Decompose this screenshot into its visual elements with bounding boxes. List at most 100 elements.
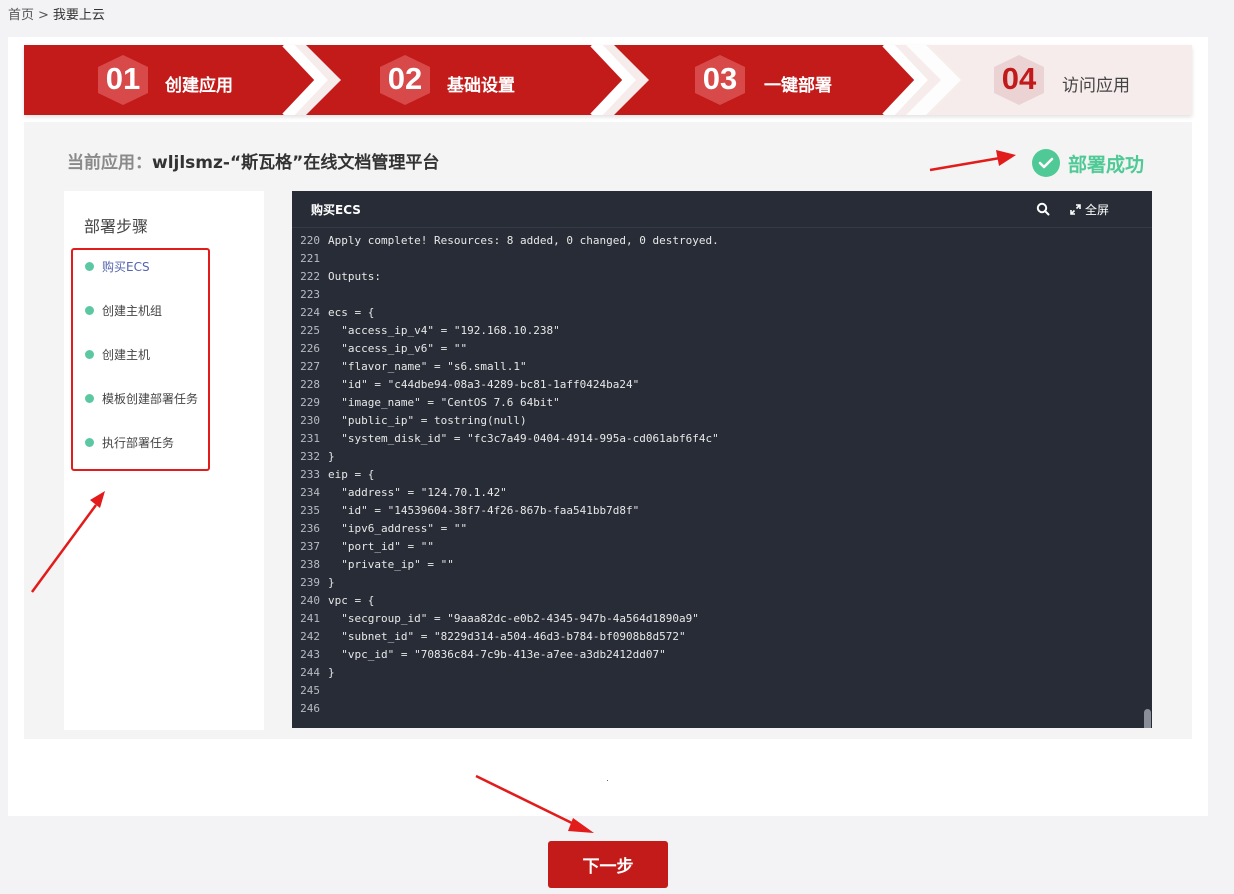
log-text: "ipv6_address" = "" [328,522,468,535]
log-text: } [328,450,335,463]
log-line: 220 Apply complete! Resources: 8 added, 0… [292,232,1137,250]
status-dot-icon [85,349,94,359]
deploy-step-label: 创建主机组 [102,303,163,318]
deploy-step-label: 执行部署任务 [102,435,175,450]
breadcrumb-home-link[interactable]: 首页 [8,8,34,23]
expand-icon [1070,204,1081,215]
step-number: 01 [105,61,141,96]
log-text: "port_id" = "" [328,540,434,553]
log-text: "secgroup_id" = "9aaa82dc-e0b2-4345-947b… [328,612,699,625]
log-line: 239} [292,574,1137,592]
log-text: vpc = { [328,594,375,607]
breadcrumb: 首页 > 我要上云 [8,4,105,23]
log-text: "access_ip_v6" = "" [328,342,468,355]
step-arrow-shape [906,45,961,115]
deploy-step-label: 模板创建部署任务 [102,391,199,406]
line-number: 231 [300,432,320,445]
step-02-basic-settings: 02 基础设置 [306,45,628,115]
log-line: 242 "subnet_id" = "8229d314-a504-46d3-b7… [292,628,1137,646]
line-number: 246 [300,702,320,715]
deploy-step-label: 创建主机 [102,347,151,362]
current-app-name: wljlsmz-“斯瓦格”在线文档管理平台 [152,153,440,173]
log-line: 241 "secgroup_id" = "9aaa82dc-e0b2-4345-… [292,610,1137,628]
line-number: 233 [300,468,320,481]
deploy-step-item-buy-ecs[interactable]: 购买ECS [85,256,150,276]
log-line: 224 ecs = { [292,304,1137,322]
log-text: "address" = "124.70.1.42" [328,486,507,499]
deploy-step-item-create-host-group[interactable]: 创建主机组 [85,300,162,320]
log-output: 219 220Apply complete! Resources: 8 adde… [292,222,1137,718]
status-dot-icon [85,393,94,403]
line-number: 234 [300,486,320,499]
log-text: "access_ip_v4" = "192.168.10.238" [328,324,560,337]
log-line: 221 [292,250,1137,268]
console-scrollbar[interactable] [1143,228,1152,728]
status-dot-icon [85,305,94,315]
line-number: 238 [300,558,320,571]
step-number: 04 [1001,61,1037,96]
line-number: 225 [300,324,320,337]
line-number: 245 [300,684,320,697]
line-number: 236 [300,522,320,535]
line-number: 241 [300,612,320,625]
log-text: "flavor_name" = "s6.small.1" [328,360,527,373]
console-title: 购买ECS [311,203,361,217]
log-text: Outputs: [328,270,381,283]
log-line: 233 eip = { [292,466,1137,484]
status-dot-icon [85,261,94,271]
line-number: 222 [300,270,320,283]
deploy-step-label: 购买ECS [102,259,150,274]
current-app-label: 当前应用： [67,153,152,173]
scrollbar-thumb[interactable] [1144,709,1151,728]
log-line: 227 "flavor_name" = "s6.small.1" [292,358,1137,376]
deploy-status: 部署成功 [1032,148,1144,178]
log-line: 238 "private_ip" = "" [292,556,1137,574]
step-04-access-app: 04 访问应用 [906,45,1192,115]
step-label: 一键部署 [764,76,832,96]
line-number: 228 [300,378,320,391]
log-line: 237 "port_id" = "" [292,538,1137,556]
deploy-steps-title: 部署步骤 [84,217,149,236]
line-number: 221 [300,252,320,265]
status-dot-icon [85,437,94,447]
log-text: "image_name" = "CentOS 7.6 64bit" [328,396,560,409]
log-line: 231 "system_disk_id" = "fc3c7a49-0404-49… [292,430,1137,448]
line-number: 239 [300,576,320,589]
log-text: eip = { [328,468,375,481]
deploy-step-item-create-host[interactable]: 创建主机 [85,344,150,364]
log-text: Apply complete! Resources: 8 added, 0 ch… [328,234,719,247]
deploy-progress-steps: 04 访问应用 03 一键部署 02 基础设置 01 创建应用 [24,45,1192,115]
line-number: 226 [300,342,320,355]
log-text: "id" = "14539604-38f7-4f26-867b-faa541bb… [328,504,640,517]
log-text: } [328,666,335,679]
breadcrumb-current: 我要上云 [52,8,105,23]
line-number: 235 [300,504,320,517]
fullscreen-button[interactable]: 全屏 [1070,201,1109,218]
next-step-button[interactable]: 下一步 [548,841,668,888]
step-label: 创建应用 [165,76,233,96]
log-text: "id" = "c44dbe94-08a3-4289-bc81-1aff0424… [328,378,640,391]
log-line: 244} [292,664,1137,682]
line-number: 229 [300,396,320,409]
line-number: 232 [300,450,320,463]
log-line: 226 "access_ip_v6" = "" [292,340,1137,358]
log-line: 228 "id" = "c44dbe94-08a3-4289-bc81-1aff… [292,376,1137,394]
log-console[interactable]: 219 220Apply complete! Resources: 8 adde… [292,191,1152,728]
breadcrumb-separator: > [38,8,49,23]
step-number: 02 [387,61,423,96]
log-text: "subnet_id" = "8229d314-a504-46d3-b784-b… [328,630,686,643]
deploy-step-item-run-task[interactable]: 执行部署任务 [85,432,174,452]
line-number: 240 [300,594,320,607]
line-number: 223 [300,288,320,301]
log-line: 232} [292,448,1137,466]
line-number: 237 [300,540,320,553]
log-line: 223 [292,286,1137,304]
log-text: "public_ip" = tostring(null) [328,414,527,427]
console-header: 购买ECS 全屏 [292,191,1152,228]
deploy-step-item-template-task[interactable]: 模板创建部署任务 [85,388,198,408]
log-text: "system_disk_id" = "fc3c7a49-0404-4914-9… [328,432,719,445]
log-line: 243 "vpc_id" = "70836c84-7c9b-413e-a7ee-… [292,646,1137,664]
search-icon[interactable] [1036,202,1050,216]
fullscreen-label: 全屏 [1085,203,1110,217]
log-text: "private_ip" = "" [328,558,454,571]
